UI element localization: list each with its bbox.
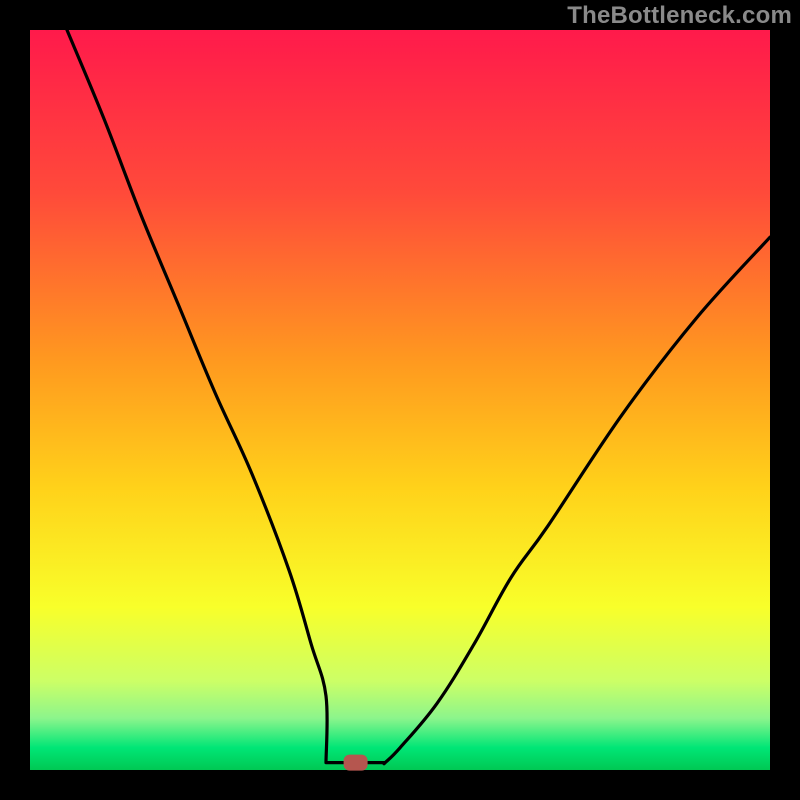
plot-background <box>30 30 770 770</box>
chart-frame: { "watermark": "TheBottleneck.com", "cha… <box>0 0 800 800</box>
optimum-marker <box>344 755 368 771</box>
bottleneck-chart <box>0 0 800 800</box>
